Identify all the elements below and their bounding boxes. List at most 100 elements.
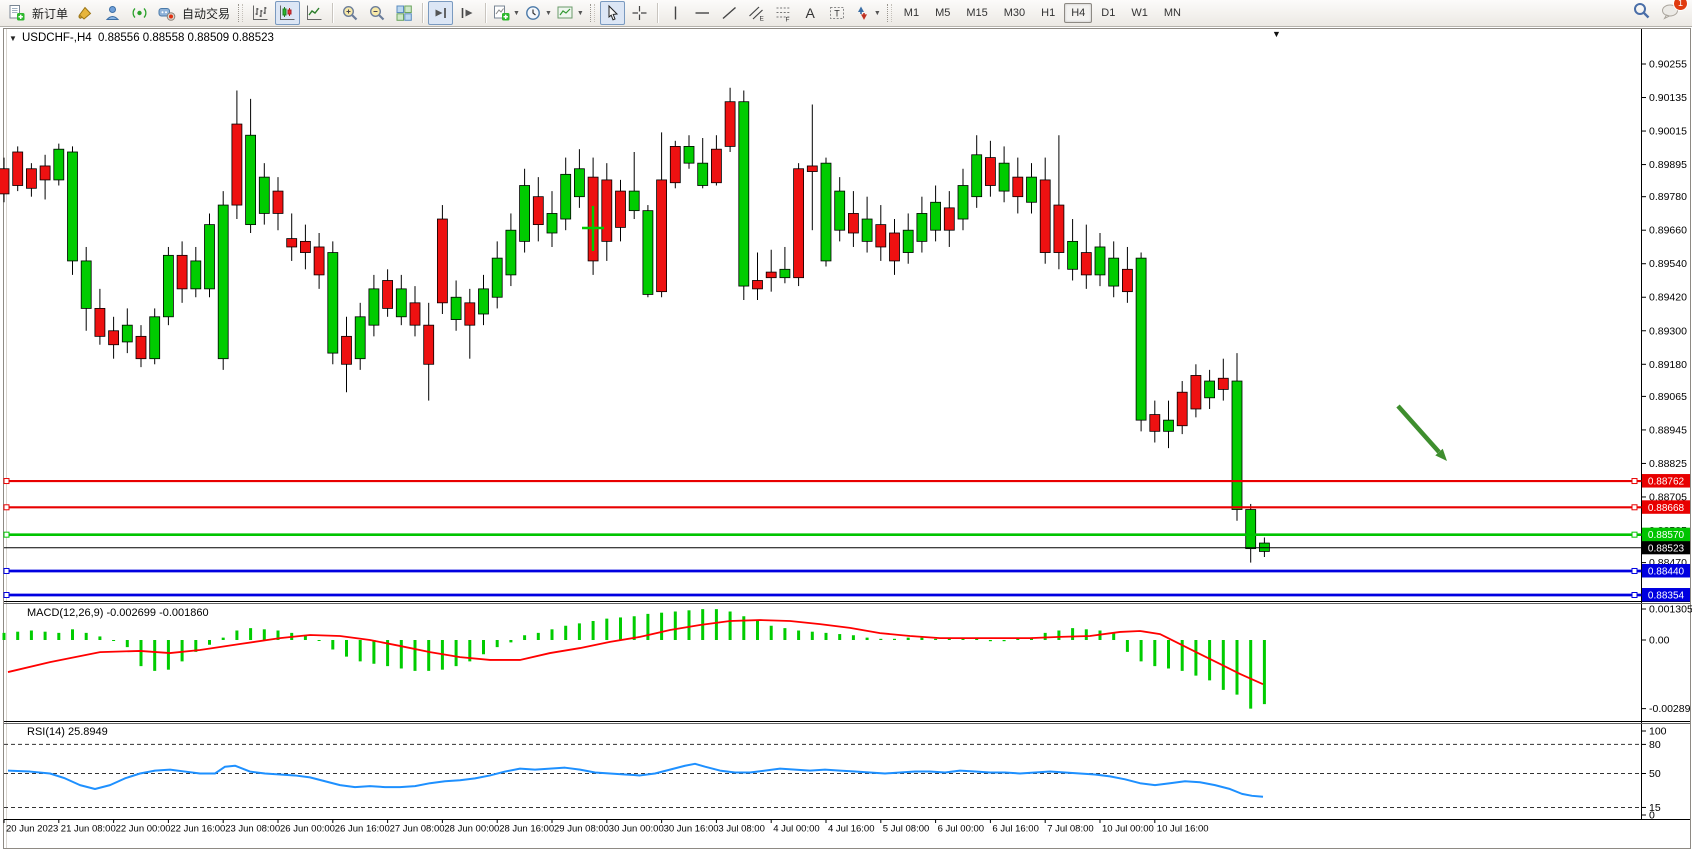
notification-badge: 1 [1673,0,1688,11]
toolbar-separator [332,3,333,23]
horizontal-line[interactable]: 0.88354 [4,588,1690,602]
date-tick-label: 28 Jun 00:00 [444,824,499,835]
tf-w1-button[interactable]: W1 [1124,3,1155,23]
crosshair-button[interactable] [627,1,652,25]
date-tick-label: 4 Jul 00:00 [773,824,819,835]
plus-marker-annotation[interactable] [582,206,604,251]
price-tick-label: 0.89540 [1649,258,1687,270]
svg-text:0.88570: 0.88570 [1648,530,1685,541]
chart-quick-menu-arrow-icon[interactable]: ▼ [1272,29,1281,39]
tf-m30-button[interactable]: M30 [997,3,1032,23]
autotrade-icon [157,4,177,22]
line-chart-icon [305,4,324,22]
date-tick-label: 26 Jun 16:00 [335,824,390,835]
auto-scroll-button[interactable] [428,1,453,25]
template-chart-icon [556,4,575,22]
chart-canvas[interactable]: 0.902550.901350.900150.898950.897800.896… [0,28,1692,850]
cursor-icon [603,4,622,22]
autotrade-button[interactable] [154,1,179,25]
arrows-icon [853,4,872,22]
date-tick-label: 22 Jun 00:00 [116,824,171,835]
styler-button[interactable] [73,1,98,25]
price-tick-label: 0.90015 [1649,126,1687,138]
crosshair-icon [630,4,649,22]
date-tick-label: 20 Jun 2023 [6,824,58,835]
date-tick-label: 21 Jun 08:00 [61,824,116,835]
chat-button[interactable]: 1 [1660,1,1682,26]
horizontal-line-icon [693,4,712,22]
horizontal-line[interactable]: 0.88668 [4,500,1690,514]
date-tick-label: 5 Jul 08:00 [883,824,929,835]
tile-windows-button[interactable] [392,1,417,25]
profile-button[interactable] [100,1,125,25]
macd-panel: 0.0013050.00-0.00289 [3,604,1692,716]
chart-shift-button[interactable] [455,1,480,25]
search-icon[interactable] [1632,1,1652,25]
svg-text:0.88354: 0.88354 [1648,591,1685,602]
zoom-out-button[interactable] [365,1,390,25]
tf-mn-button[interactable]: MN [1157,3,1188,23]
signals-button[interactable] [127,1,152,25]
indicators-button[interactable]: ▼ [491,1,521,25]
fibonacci-icon: F [774,4,793,22]
line-chart-button[interactable] [302,1,327,25]
vertical-line-icon [666,4,685,22]
horizontal-line[interactable]: 0.88440 [4,564,1690,578]
svg-text:A: A [805,5,815,21]
equidistant-channel-tool[interactable]: E [744,1,769,25]
tf-m1-button[interactable]: M1 [897,3,926,23]
text-tool[interactable]: A [798,1,823,25]
text-label-tool[interactable]: T [825,1,850,25]
indicators-caret-icon: ▼ [513,10,520,17]
date-tick-label: 10 Jul 16:00 [1157,824,1209,835]
zoom-out-icon [368,4,387,22]
chart-title: USDCHF-,H4 0.88556 0.88558 0.88509 0.885… [22,32,274,44]
date-tick-label: 3 Jul 08:00 [718,824,764,835]
candles [0,88,1269,563]
tf-d1-button[interactable]: D1 [1094,3,1122,23]
candlestick-chart-button[interactable] [275,1,300,25]
templates-button[interactable]: ▼ [555,1,585,25]
signal-icon [130,4,149,22]
price-axis: 0.902550.901350.900150.898950.897800.896… [1642,59,1688,603]
svg-text:0.88523: 0.88523 [1648,543,1685,554]
tf-m15-button[interactable]: M15 [959,3,994,23]
tile-windows-icon [395,4,414,22]
trendline-icon [720,4,739,22]
tf-m5-button[interactable]: M5 [928,3,957,23]
price-tick-label: 0.90135 [1649,92,1687,104]
svg-text:-0.00289: -0.00289 [1649,703,1691,715]
trendline-tool[interactable] [717,1,742,25]
arrows-tool[interactable]: ▼ [852,1,882,25]
date-tick-label: 22 Jun 16:00 [170,824,225,835]
date-tick-label: 7 Jul 08:00 [1047,824,1093,835]
arrow-annotation[interactable] [1398,406,1447,461]
chart-collapse-arrow-icon[interactable]: ▼ [9,34,17,43]
tf-h1-button[interactable]: H1 [1034,3,1062,23]
arrows-caret-icon: ▼ [874,10,881,17]
periods-button[interactable]: ▼ [523,1,553,25]
price-tick-label: 0.89660 [1649,225,1687,237]
horizontal-line[interactable]: 0.88570 [4,528,1690,542]
date-tick-label: 6 Jul 00:00 [938,824,984,835]
cursor-button[interactable] [600,1,625,25]
date-tick-label: 6 Jul 16:00 [992,824,1038,835]
auto-scroll-icon [431,4,450,22]
price-tick-label: 0.89780 [1649,191,1687,203]
horizontal-line-tool[interactable] [690,1,715,25]
horizontal-line[interactable]: 0.88762 [4,474,1690,488]
new-order-button[interactable] [4,1,29,25]
vertical-line-tool[interactable] [663,1,688,25]
svg-text:0: 0 [1649,810,1655,822]
zoom-in-button[interactable] [338,1,363,25]
fibonacci-tool[interactable]: F [771,1,796,25]
toolbar-grip [887,4,892,22]
new-order-label[interactable]: 新订单 [32,5,68,22]
chart-frame [4,29,1691,849]
svg-text:0.88762: 0.88762 [1648,477,1685,488]
bar-chart-icon [251,4,270,22]
bar-chart-button[interactable] [248,1,273,25]
time-axis: 20 Jun 202321 Jun 08:0022 Jun 00:0022 Ju… [4,820,1209,835]
autotrade-label[interactable]: 自动交易 [182,5,230,22]
tf-h4-button[interactable]: H4 [1064,3,1092,23]
